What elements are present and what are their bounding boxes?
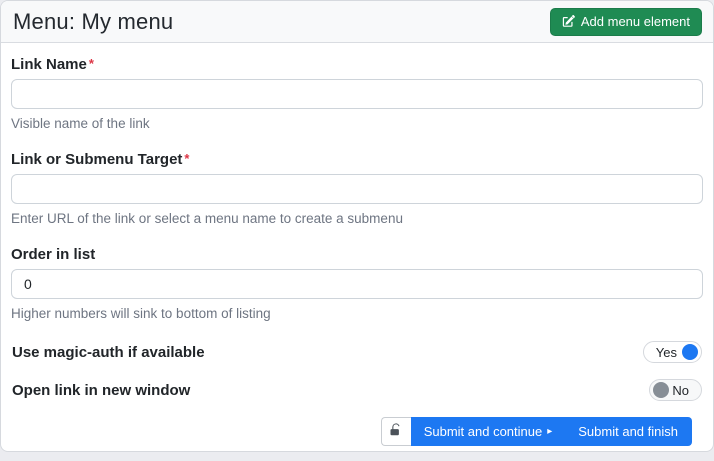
magic-auth-label: Use magic-auth if available: [12, 344, 205, 361]
link-target-label: Link or Submenu Target*: [11, 151, 703, 168]
new-window-toggle[interactable]: No: [649, 379, 702, 401]
edit-icon: [562, 15, 575, 28]
required-asterisk: *: [89, 56, 94, 71]
new-window-toggle-state: No: [672, 383, 689, 398]
submit-and-finish-label: Submit and finish: [578, 424, 678, 439]
submit-button-group: Submit and continue ▸ Submit and finish: [381, 417, 692, 446]
submit-and-finish-button[interactable]: Submit and finish: [565, 417, 692, 446]
add-menu-element-button[interactable]: Add menu element: [550, 8, 702, 36]
link-target-input[interactable]: [11, 174, 703, 204]
submit-and-continue-button[interactable]: Submit and continue ▸: [411, 417, 566, 446]
toggle-row-new-window: Open link in new window No: [11, 379, 703, 401]
add-menu-element-label: Add menu element: [581, 14, 690, 29]
submit-and-continue-label: Submit and continue: [424, 424, 543, 439]
toggle-knob-off: [653, 382, 669, 398]
menu-edit-card: Menu: My menu Add menu element Link Name…: [0, 0, 714, 452]
order-label: Order in list: [11, 246, 703, 263]
field-group-link-name: Link Name* Visible name of the link: [11, 56, 703, 131]
link-name-label: Link Name*: [11, 56, 703, 73]
lock-button[interactable]: [381, 417, 411, 446]
unlock-icon: [389, 423, 403, 440]
field-group-order: Order in list Higher numbers will sink t…: [11, 246, 703, 321]
toggle-row-magic-auth: Use magic-auth if available Yes: [11, 341, 703, 363]
order-input[interactable]: [11, 269, 703, 299]
form-footer: Submit and continue ▸ Submit and finish: [11, 417, 703, 446]
required-asterisk: *: [184, 151, 189, 166]
order-help: Higher numbers will sink to bottom of li…: [11, 306, 703, 321]
link-name-help: Visible name of the link: [11, 116, 703, 131]
caret-right-icon: ▸: [547, 427, 552, 437]
magic-auth-toggle-state: Yes: [656, 345, 677, 360]
link-name-input[interactable]: [11, 79, 703, 109]
card-header: Menu: My menu Add menu element: [1, 1, 713, 43]
magic-auth-toggle[interactable]: Yes: [643, 341, 702, 363]
page-title: Menu: My menu: [13, 9, 173, 35]
link-target-help: Enter URL of the link or select a menu n…: [11, 211, 703, 226]
field-group-link-target: Link or Submenu Target* Enter URL of the…: [11, 151, 703, 226]
new-window-label: Open link in new window: [12, 382, 190, 399]
form-body: Link Name* Visible name of the link Link…: [1, 43, 713, 446]
toggle-knob-on: [682, 344, 698, 360]
